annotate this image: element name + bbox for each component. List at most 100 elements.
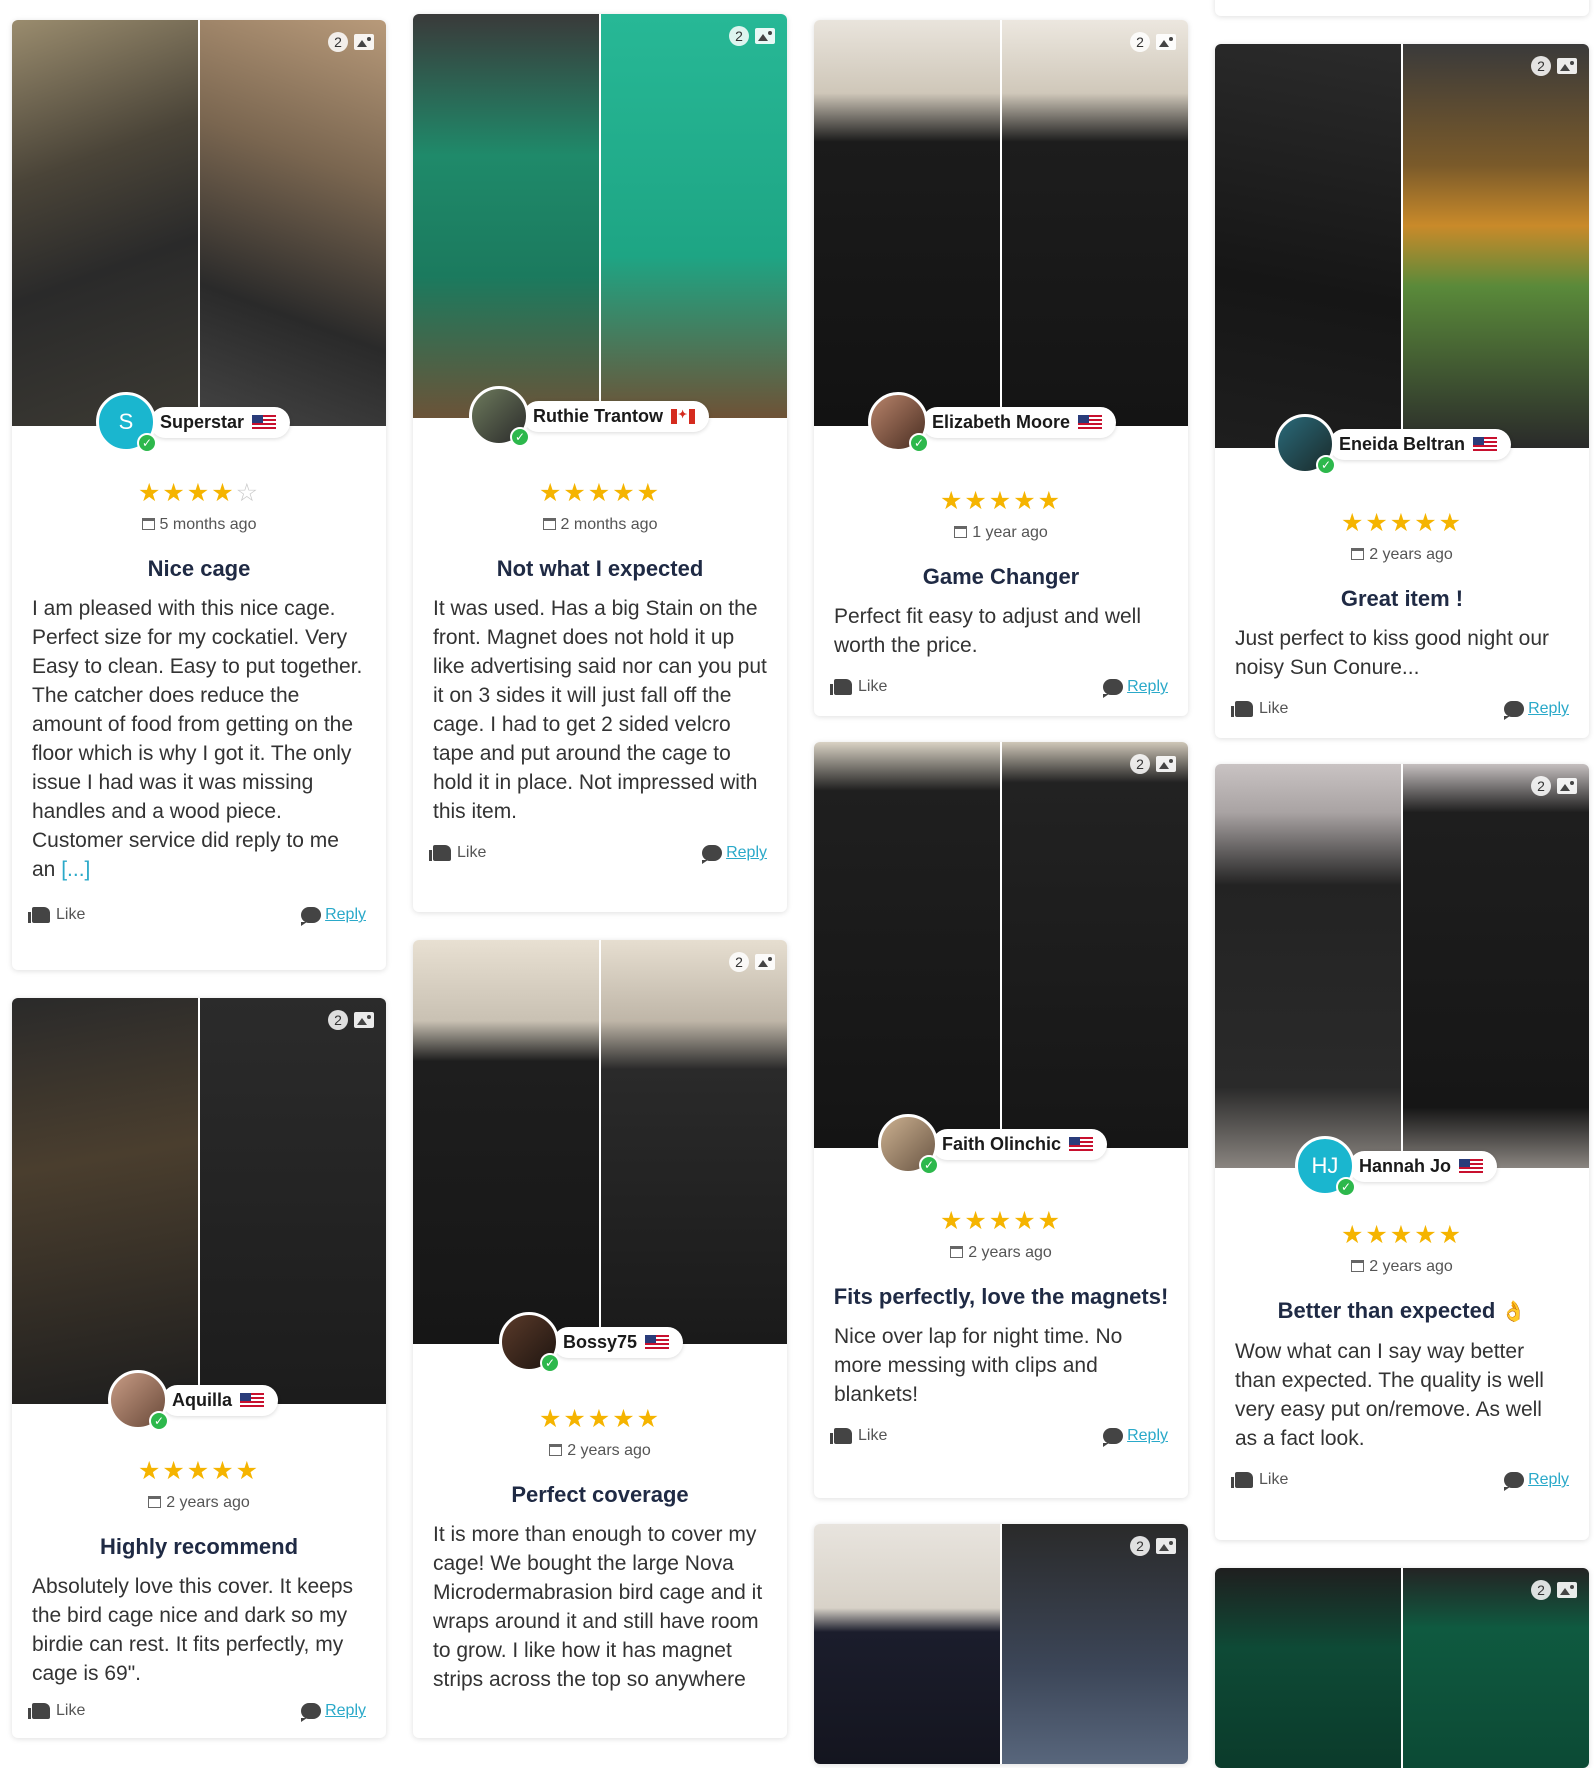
review-photos[interactable]: 2 [12, 20, 386, 426]
reply-link[interactable]: Reply [1504, 1471, 1569, 1491]
review-photo[interactable]: 2 [599, 14, 787, 418]
reviewer: ✓ Eneida Beltran [1275, 414, 1512, 475]
calendar-icon [141, 518, 155, 530]
review-photo[interactable] [814, 20, 1000, 426]
thumbs-up-icon [28, 907, 50, 923]
review-photo[interactable]: 2 [1401, 1568, 1589, 1768]
review-photos[interactable]: 2 [12, 998, 386, 1404]
photo-count: 2 [1531, 1580, 1577, 1600]
reviewer-name-pill: Superstar [150, 406, 291, 438]
avatar: ✓ [469, 386, 530, 447]
reviewer-name: Faith Olinchic [942, 1133, 1062, 1154]
reply-link[interactable]: Reply [1103, 678, 1168, 698]
review-photo[interactable] [1215, 1568, 1401, 1768]
thumbs-up-icon [830, 1428, 852, 1444]
review-photo[interactable] [12, 998, 198, 1404]
verified-icon: ✓ [1336, 1177, 1356, 1197]
review-photo[interactable]: 2 [1401, 44, 1589, 448]
reviewer-name: Bossy75 [563, 1331, 638, 1352]
like-button[interactable]: Like [830, 1427, 887, 1445]
review-text: It is more than enough to cover my cage!… [433, 1523, 763, 1691]
reply-link[interactable]: Reply [1103, 1427, 1168, 1447]
us-flag-icon [252, 414, 277, 430]
review-photos[interactable]: 2 [814, 20, 1188, 426]
review-date: 2 years ago [12, 1494, 386, 1512]
read-more-link[interactable]: [...] [61, 858, 90, 881]
like-button[interactable]: Like [830, 678, 887, 696]
image-icon [1557, 58, 1577, 74]
review-card: 2 ✓ Eneida Beltran ★★★★★ 2 years ago Gre… [1215, 44, 1589, 738]
review-photo[interactable] [413, 14, 599, 418]
review-photo[interactable] [12, 20, 198, 426]
ok-hand-emoji: 👌 [1501, 1301, 1527, 1323]
review-photo[interactable] [814, 1524, 1000, 1764]
photo-count: 2 [1130, 32, 1176, 52]
reviewer-name: Hannah Jo [1359, 1155, 1452, 1176]
us-flag-icon [1459, 1158, 1484, 1174]
reviewer-name-pill: Bossy75 [553, 1326, 684, 1358]
reviewer-name-pill: Elizabeth Moore [922, 406, 1117, 438]
review-title: Nice cage [147, 556, 251, 581]
photo-count: 2 [729, 952, 775, 972]
image-icon [1557, 778, 1577, 794]
thumbs-up-icon [28, 1703, 50, 1719]
review-photo[interactable]: 2 [1401, 764, 1589, 1168]
image-icon [1557, 1582, 1577, 1598]
review-photos[interactable]: 2 [1215, 1568, 1589, 1768]
reviewer-name-pill: Ruthie Trantow [523, 400, 709, 432]
review-photo[interactable]: 2 [599, 940, 787, 1344]
review-photos[interactable]: 2 [1215, 764, 1589, 1168]
review-text: Absolutely love this cover. It keeps the… [32, 1575, 353, 1685]
like-button[interactable]: Like [1231, 700, 1288, 718]
reply-link[interactable]: Reply [1504, 700, 1569, 720]
reply-link[interactable]: Reply [702, 844, 767, 864]
us-flag-icon [645, 1334, 670, 1350]
review-photo[interactable] [413, 940, 599, 1344]
reviewer: HJ ✓ Hannah Jo [1295, 1136, 1498, 1197]
us-flag-icon [240, 1392, 265, 1408]
like-button[interactable]: Like [1231, 1471, 1288, 1489]
review-photo[interactable]: 2 [198, 998, 386, 1404]
image-icon [1156, 34, 1176, 50]
review-photos[interactable]: 2 [413, 14, 787, 418]
review-photo[interactable] [1215, 764, 1401, 1168]
star-rating: ★★★★★ [939, 1207, 1063, 1235]
review-photo[interactable]: 2 [198, 20, 386, 426]
review-card: 2 ✓ Aquilla ★★★★★ 2 years ago Highly rec… [12, 998, 386, 1738]
thumbs-up-icon [429, 845, 451, 861]
photo-count: 2 [729, 26, 775, 46]
like-button[interactable]: Like [28, 1702, 85, 1720]
photo-count: 2 [328, 1010, 374, 1030]
like-button[interactable]: Like [429, 844, 486, 862]
review-title: Great item ! [1340, 586, 1464, 611]
thumbs-up-icon [830, 679, 852, 695]
photo-count: 2 [1531, 56, 1577, 76]
photo-count: 2 [328, 32, 374, 52]
review-card: 2 ✓ Bossy75 ★★★★★ 2 years ago Perfect co… [413, 940, 787, 1738]
calendar-icon [950, 1246, 964, 1258]
reply-link[interactable]: Reply [301, 906, 366, 926]
verified-icon: ✓ [909, 433, 929, 453]
calendar-icon [1351, 1260, 1365, 1272]
review-title: Game Changer [922, 564, 1080, 589]
review-photos[interactable]: 2 [1215, 44, 1589, 448]
review-photo[interactable] [814, 742, 1000, 1148]
chat-bubble-icon [702, 845, 723, 864]
like-button[interactable]: Like [28, 906, 85, 924]
reviewer: ✓ Ruthie Trantow [469, 386, 709, 447]
avatar: S ✓ [96, 392, 157, 453]
review-photos[interactable]: 2 [413, 940, 787, 1344]
us-flag-icon [1078, 414, 1103, 430]
review-photo[interactable]: 2 [1000, 1524, 1188, 1764]
canada-flag-icon [671, 408, 695, 424]
reply-link[interactable]: Reply [301, 1702, 366, 1722]
review-photo[interactable]: 2 [1000, 20, 1188, 426]
review-photo[interactable]: 2 [1000, 742, 1188, 1148]
avatar: ✓ [499, 1312, 560, 1373]
review-photo[interactable] [1215, 44, 1401, 448]
review-photos[interactable]: 2 [814, 1524, 1188, 1764]
review-photos[interactable]: 2 [814, 742, 1188, 1148]
verified-icon: ✓ [540, 1353, 560, 1373]
avatar: HJ ✓ [1295, 1136, 1356, 1197]
reviewer-name-pill: Hannah Jo [1349, 1150, 1498, 1182]
